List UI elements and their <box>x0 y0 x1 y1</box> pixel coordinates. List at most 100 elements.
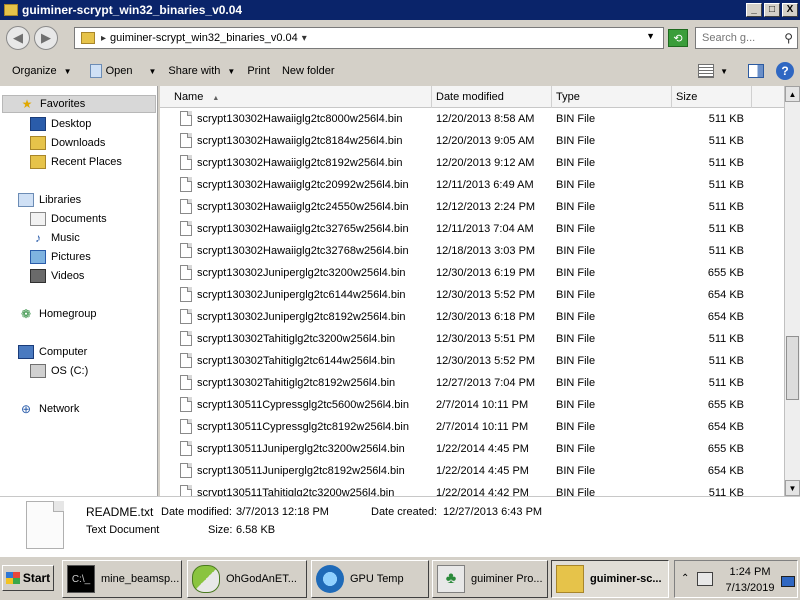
print-button[interactable]: Print <box>241 65 276 77</box>
nav-os-c[interactable]: OS (C:) <box>30 362 88 380</box>
back-button[interactable]: ◀ <box>6 26 30 50</box>
taskbar-item-gpu-temp[interactable]: GPU Temp <box>311 560 429 598</box>
chevron-down-icon: ▼ <box>63 66 72 76</box>
table-row[interactable]: scrypt130511Tahitiglg2tc3200w256l4.bin 1/… <box>160 482 784 496</box>
scrollbar-thumb[interactable] <box>786 336 799 400</box>
nav-homegroup-label: Homegroup <box>39 308 97 320</box>
nav-music[interactable]: ♪ Music <box>30 229 80 247</box>
help-icon[interactable]: ? <box>776 62 794 80</box>
start-button[interactable]: Start <box>2 565 54 591</box>
address-bar[interactable]: ▸ guiminer-scrypt_win32_binaries_v0.04 ▾… <box>74 27 664 49</box>
refresh-button[interactable]: ⟲ <box>668 29 688 47</box>
file-type: BIN File <box>556 377 596 389</box>
nav-downloads[interactable]: Downloads <box>30 134 105 152</box>
table-row[interactable]: scrypt130302Hawaiiglg2tc8192w256l4.bin 12… <box>160 152 784 174</box>
nav-recent-places[interactable]: Recent Places <box>30 153 122 171</box>
preview-pane-icon[interactable] <box>748 64 764 78</box>
file-name: scrypt130302Juniperglg2tc8192w256l4.bin <box>197 311 406 323</box>
clock[interactable]: 1:24 PM 7/13/2019 <box>719 564 781 596</box>
table-row[interactable]: scrypt130511Juniperglg2tc3200w256l4.bin 1… <box>160 438 784 460</box>
file-type: BIN File <box>556 421 596 433</box>
column-name[interactable]: Name ▲ <box>160 86 432 108</box>
column-size[interactable]: Size <box>672 86 752 108</box>
show-desktop-icon[interactable] <box>781 576 795 587</box>
nav-videos[interactable]: Videos <box>30 267 84 285</box>
open-button[interactable]: Open ▼ <box>84 64 163 78</box>
chevron-right-icon[interactable]: ▸ <box>101 33 106 44</box>
folder-icon <box>81 32 95 44</box>
file-name: scrypt130302Hawaiiglg2tc20992w256l4.bin <box>197 179 409 191</box>
table-row[interactable]: scrypt130302Hawaiiglg2tc20992w256l4.bin 1… <box>160 174 784 196</box>
file-name: scrypt130302Hawaiiglg2tc32765w256l4.bin <box>197 223 409 235</box>
share-with-button[interactable]: Share with ▼ <box>162 65 241 77</box>
file-type: BIN File <box>556 135 596 147</box>
table-row[interactable]: scrypt130302Juniperglg2tc6144w256l4.bin 1… <box>160 284 784 306</box>
column-type[interactable]: Type <box>552 86 672 108</box>
nav-downloads-label: Downloads <box>51 137 106 149</box>
table-row[interactable]: scrypt130302Tahitiglg2tc8192w256l4.bin 12… <box>160 372 784 394</box>
table-row[interactable]: scrypt130302Tahitiglg2tc3200w256l4.bin 12… <box>160 328 784 350</box>
vertical-scrollbar[interactable]: ▲ ▼ <box>784 86 800 496</box>
pill-icon <box>192 565 220 593</box>
nav-documents[interactable]: Documents <box>30 210 107 228</box>
file-size: 655 KB <box>707 399 744 411</box>
table-row[interactable]: scrypt130302Hawaiiglg2tc8184w256l4.bin 12… <box>160 130 784 152</box>
table-row[interactable]: scrypt130302Hawaiiglg2tc32765w256l4.bin 1… <box>160 218 784 240</box>
show-hidden-icons-icon[interactable]: ⌃ <box>681 573 689 584</box>
file-type: BIN File <box>556 289 596 301</box>
column-headers: Name ▲ Date modified Type Size <box>160 86 784 108</box>
file-date: 12/20/2013 8:58 AM <box>436 113 535 125</box>
nav-pictures-label: Pictures <box>51 251 91 263</box>
table-row[interactable]: scrypt130302Hawaiiglg2tc32768w256l4.bin 1… <box>160 240 784 262</box>
file-size: 511 KB <box>708 223 744 235</box>
scroll-up-button[interactable]: ▲ <box>785 86 800 102</box>
file-type: BIN File <box>556 179 596 191</box>
close-button[interactable]: X <box>782 3 798 17</box>
table-row[interactable]: scrypt130302Hawaiiglg2tc24550w256l4.bin 1… <box>160 196 784 218</box>
taskbar-item-guiminer-sc[interactable]: guiminer-sc... <box>551 560 669 598</box>
file-name: scrypt130302Hawaiiglg2tc24550w256l4.bin <box>197 201 409 213</box>
minimize-button[interactable]: _ <box>746 3 762 17</box>
nav-pictures[interactable]: Pictures <box>30 248 91 266</box>
column-date-modified[interactable]: Date modified <box>432 86 552 108</box>
table-row[interactable]: scrypt130511Juniperglg2tc8192w256l4.bin 1… <box>160 460 784 482</box>
address-path[interactable]: guiminer-scrypt_win32_binaries_v0.04 <box>110 32 298 44</box>
forward-button[interactable]: ▶ <box>34 26 58 50</box>
view-details-icon[interactable] <box>698 64 715 78</box>
table-row[interactable]: scrypt130302Juniperglg2tc3200w256l4.bin 1… <box>160 262 784 284</box>
nav-desktop[interactable]: Desktop <box>30 115 91 133</box>
nav-network[interactable]: ⊕ Network <box>18 400 79 418</box>
organize-button[interactable]: Organize ▼ <box>6 65 78 77</box>
nav-favorites[interactable]: ★ Favorites <box>2 95 156 113</box>
table-row[interactable]: scrypt130302Juniperglg2tc8192w256l4.bin 1… <box>160 306 784 328</box>
search-icon[interactable]: ⚲ <box>784 31 793 45</box>
details-size-label: Size: <box>208 524 233 536</box>
maximize-button[interactable]: □ <box>764 3 780 17</box>
table-row[interactable]: scrypt130302Hawaiiglg2tc8000w256l4.bin 12… <box>160 108 784 130</box>
network-status-icon[interactable] <box>697 572 713 586</box>
scroll-down-button[interactable]: ▼ <box>785 480 800 496</box>
file-size: 654 KB <box>707 421 744 433</box>
taskbar-item-guiminer-pro[interactable]: ♣ guiminer Pro... <box>432 560 548 598</box>
chevron-down-icon[interactable]: ▼ <box>720 67 728 76</box>
table-row[interactable]: scrypt130511Cypressglg2tc5600w256l4.bin 2… <box>160 394 784 416</box>
table-row[interactable]: scrypt130511Cypressglg2tc8192w256l4.bin 2… <box>160 416 784 438</box>
search-box[interactable]: ⚲ <box>695 27 798 49</box>
nav-libraries[interactable]: Libraries <box>18 191 81 209</box>
file-size: 511 KB <box>708 487 744 496</box>
file-date: 12/11/2013 7:04 AM <box>436 223 534 235</box>
search-input[interactable] <box>702 32 774 44</box>
table-row[interactable]: scrypt130302Tahitiglg2tc6144w256l4.bin 12… <box>160 350 784 372</box>
column-name-label: Name <box>174 91 204 103</box>
nav-computer[interactable]: Computer <box>18 343 87 361</box>
address-dropdown-icon[interactable]: ▼ <box>646 31 655 41</box>
taskbar-item-ohgodanet[interactable]: OhGodAnET... <box>187 560 307 598</box>
file-type: BIN File <box>556 399 596 411</box>
nav-homegroup[interactable]: ❁ Homegroup <box>18 305 97 323</box>
new-folder-button[interactable]: New folder <box>276 65 341 77</box>
file-date: 12/30/2013 5:52 PM <box>436 355 536 367</box>
chevron-down-icon[interactable]: ▾ <box>302 33 307 44</box>
taskbar-item-mine-beamsp[interactable]: C:\_ mine_beamsp... <box>62 560 182 598</box>
chevron-down-icon[interactable]: ▼ <box>148 67 156 76</box>
file-date: 12/30/2013 6:18 PM <box>436 311 536 323</box>
